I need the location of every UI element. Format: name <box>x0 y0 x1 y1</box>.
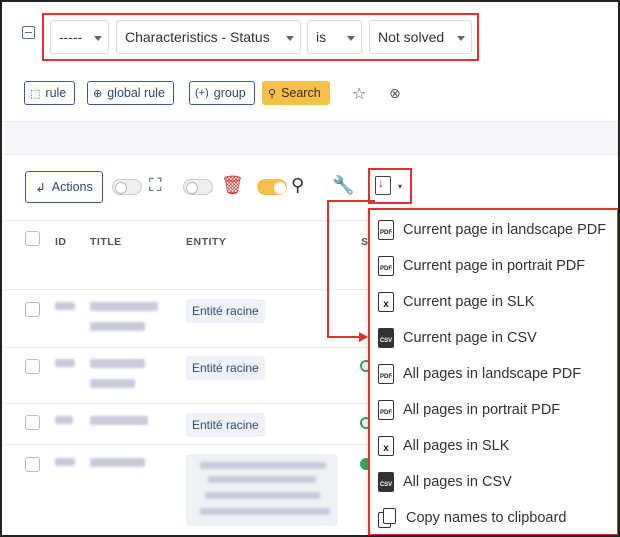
entity-text <box>200 508 330 515</box>
entity-text <box>208 476 316 483</box>
row-checkbox[interactable] <box>25 415 40 430</box>
row-title[interactable] <box>90 359 145 368</box>
trash-toggle[interactable] <box>183 179 213 195</box>
row-id <box>55 416 73 424</box>
menu-item-current-landscape-pdf[interactable]: PDF Current page in landscape PDF <box>378 212 614 248</box>
search-toggle[interactable] <box>257 179 287 195</box>
callout-arrow <box>327 201 329 337</box>
pdf-icon: PDF <box>378 220 394 240</box>
field-select-2-value: Characteristics - Status <box>125 29 270 45</box>
operator-select-value: is <box>316 29 327 45</box>
search-icon: ⚲ <box>291 175 305 195</box>
collapse-criteria-icon[interactable] <box>22 26 35 39</box>
value-select-value: Not solved <box>378 29 445 45</box>
pdf-icon: PDF <box>378 364 394 384</box>
add-rule-label: rule <box>45 86 67 100</box>
field-select-1[interactable]: ----- <box>50 20 109 54</box>
add-group-label: group <box>213 86 246 100</box>
search-button-label: Search <box>281 86 321 100</box>
copy-icon <box>378 508 396 528</box>
slk-icon: x <box>378 292 394 312</box>
plus-circle-icon: ⊕ <box>93 87 103 100</box>
callout-arrow-head <box>359 332 368 342</box>
actions-arrow-icon: ↲ <box>35 180 46 195</box>
search-results-panel: ----- Characteristics - Status is Not so… <box>0 0 620 537</box>
menu-item-label: Current page in portrait PDF <box>403 258 586 274</box>
operator-select[interactable]: is <box>307 20 362 54</box>
actions-button[interactable]: ↲ Actions <box>25 171 103 203</box>
chevron-down-icon <box>457 36 465 41</box>
csv-icon: CSV <box>378 328 394 348</box>
menu-item-all-landscape-pdf[interactable]: PDF All pages in landscape PDF <box>378 356 614 392</box>
menu-item-copy-names[interactable]: Copy names to clipboard <box>378 500 614 535</box>
row-checkbox[interactable] <box>25 457 40 472</box>
menu-item-all-csv[interactable]: CSV All pages in CSV <box>378 464 614 500</box>
pdf-icon: PDF <box>378 400 394 420</box>
trash-icon: 🗑 <box>221 175 244 195</box>
row-title[interactable] <box>90 416 148 425</box>
add-rule-button[interactable]: ⬚ rule <box>24 81 76 105</box>
search-icon: ⚲ <box>268 87 277 100</box>
csv-icon: CSV <box>378 472 394 492</box>
chevron-down-icon <box>94 36 102 41</box>
menu-item-label: Copy names to clipboard <box>406 510 567 526</box>
slk-icon: x <box>378 436 394 456</box>
search-button[interactable]: ⚲ Search <box>262 81 330 105</box>
menu-item-label: Current page in SLK <box>403 294 535 310</box>
column-header-id[interactable]: ID <box>55 236 67 248</box>
group-icon: (+) <box>195 87 209 99</box>
menu-item-label: All pages in landscape PDF <box>403 366 582 382</box>
export-menu: PDF Current page in landscape PDF PDF Cu… <box>368 208 618 535</box>
entity-badge: Entité racine <box>186 299 265 323</box>
row-id <box>55 302 75 310</box>
rule-icon: ⬚ <box>30 87 41 100</box>
pdf-icon: PDF <box>378 256 394 276</box>
menu-item-current-slk[interactable]: x Current page in SLK <box>378 284 614 320</box>
row-id <box>55 458 75 466</box>
row-checkbox[interactable] <box>25 302 40 317</box>
export-icon[interactable] <box>375 176 391 195</box>
map-toggle[interactable] <box>112 179 142 195</box>
row-id <box>55 359 75 367</box>
callout-arrow <box>327 336 361 338</box>
row-checkbox[interactable] <box>25 359 40 374</box>
row-title[interactable] <box>90 322 145 331</box>
field-select-2[interactable]: Characteristics - Status <box>116 20 301 54</box>
actions-label: Actions <box>51 180 93 194</box>
column-header-entity[interactable]: ENTITY <box>186 236 226 248</box>
menu-item-current-csv[interactable]: CSV Current page in CSV <box>378 320 614 356</box>
field-select-1-value: ----- <box>59 29 83 45</box>
menu-item-all-portrait-pdf[interactable]: PDF All pages in portrait PDF <box>378 392 614 428</box>
callout-arrow <box>327 200 375 202</box>
row-title[interactable] <box>90 379 135 388</box>
entity-text <box>200 462 326 469</box>
menu-item-current-portrait-pdf[interactable]: PDF Current page in portrait PDF <box>378 248 614 284</box>
menu-item-label: All pages in SLK <box>403 438 510 454</box>
clear-search-icon[interactable]: ⊗ <box>389 85 401 102</box>
entity-badge: Entité racine <box>186 413 265 437</box>
chevron-down-icon <box>347 36 355 41</box>
star-icon[interactable]: ☆ <box>352 84 366 104</box>
wrench-icon[interactable]: 🔧 <box>332 175 354 196</box>
menu-item-all-slk[interactable]: x All pages in SLK <box>378 428 614 464</box>
menu-item-label: All pages in CSV <box>403 474 512 490</box>
menu-item-label: Current page in landscape PDF <box>403 222 607 238</box>
entity-text <box>205 492 320 499</box>
add-group-button[interactable]: (+) group <box>189 81 255 105</box>
row-title[interactable] <box>90 302 158 311</box>
menu-item-label: Current page in CSV <box>403 330 537 346</box>
select-all-checkbox[interactable] <box>25 231 40 246</box>
add-global-rule-button[interactable]: ⊕ global rule <box>87 81 174 105</box>
entity-badge: Entité racine <box>186 356 265 380</box>
row-title[interactable] <box>90 458 145 467</box>
value-select[interactable]: Not solved <box>369 20 472 54</box>
results-info-bar <box>4 121 618 155</box>
menu-item-label: All pages in portrait PDF <box>403 402 561 418</box>
add-global-rule-label: global rule <box>107 86 165 100</box>
chevron-down-icon[interactable]: ▾ <box>398 182 402 191</box>
chevron-down-icon <box>286 36 294 41</box>
map-icon: ⛶ <box>149 175 162 195</box>
column-header-title[interactable]: TITLE <box>90 236 122 248</box>
